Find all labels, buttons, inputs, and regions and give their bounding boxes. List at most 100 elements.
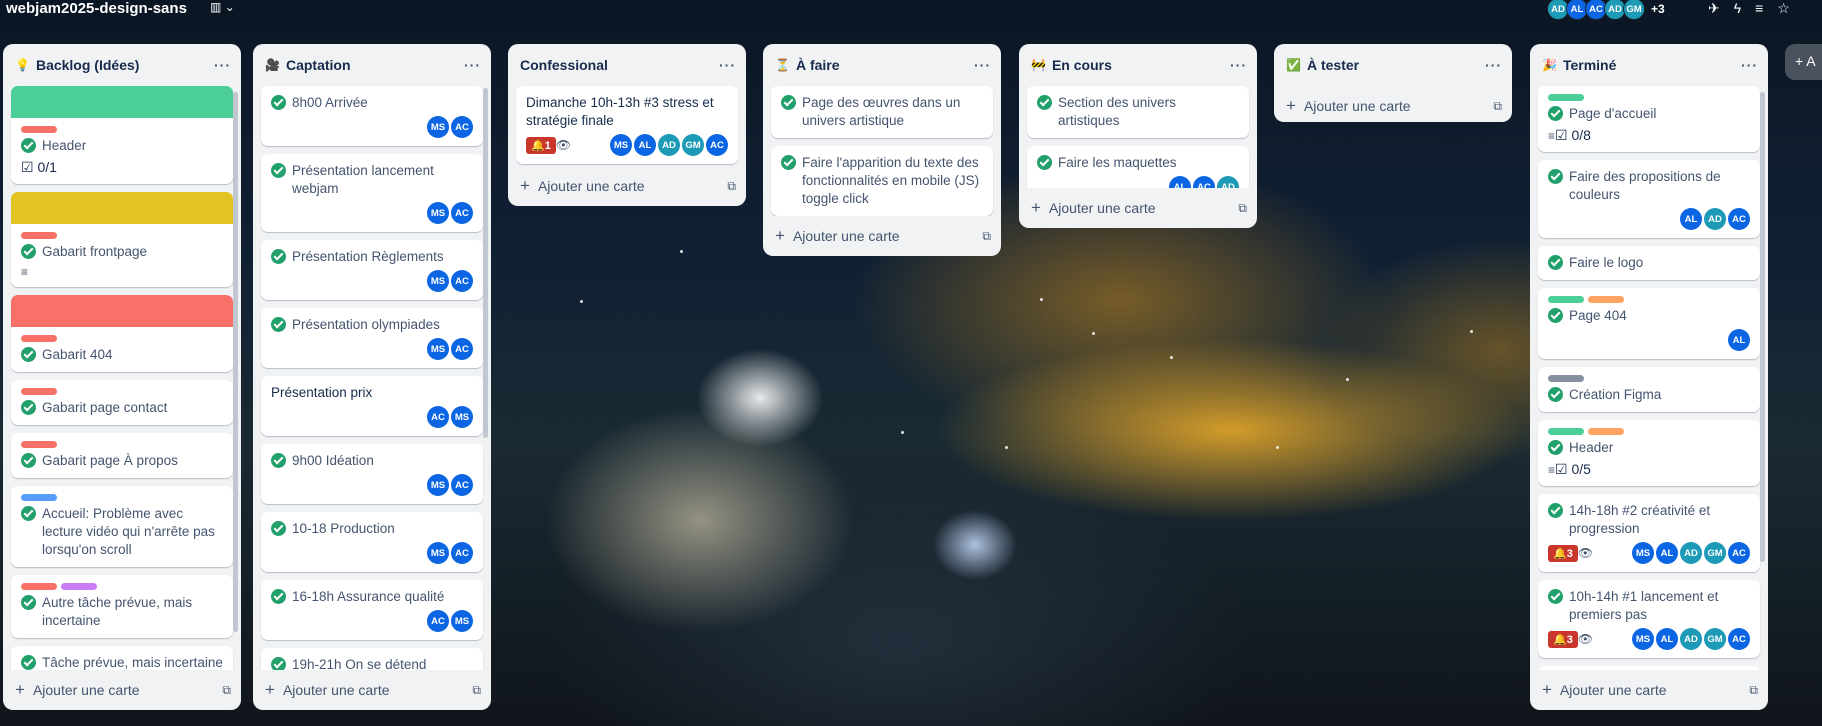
card[interactable]: Tâche prévue, mais incertaine bbox=[11, 646, 233, 670]
check-complete-icon[interactable] bbox=[21, 655, 36, 670]
check-complete-icon[interactable] bbox=[21, 506, 36, 521]
add-card-button[interactable]: Ajouter une carte bbox=[1560, 682, 1749, 698]
scrollbar[interactable] bbox=[483, 88, 488, 438]
card-label[interactable] bbox=[1588, 296, 1624, 303]
plus-icon[interactable]: + bbox=[265, 680, 275, 700]
check-complete-icon[interactable] bbox=[271, 317, 286, 332]
card-label[interactable] bbox=[21, 441, 57, 448]
check-complete-icon[interactable] bbox=[271, 163, 286, 178]
avatar[interactable]: AC bbox=[1728, 208, 1750, 230]
rocket-icon[interactable]: ✈ bbox=[1708, 0, 1720, 17]
card[interactable]: 14h-18h #2 créativité et progression 🔔3 👁 M… bbox=[1538, 494, 1760, 572]
check-complete-icon[interactable] bbox=[781, 95, 796, 110]
card[interactable]: 19h-21h On se détendMSAC bbox=[261, 648, 483, 670]
check-complete-icon[interactable] bbox=[1037, 155, 1052, 170]
list-title[interactable]: À tester bbox=[1307, 57, 1485, 73]
avatar[interactable]: AL bbox=[1169, 176, 1191, 188]
add-card-button[interactable]: Ajouter une carte bbox=[793, 228, 982, 244]
add-card-button[interactable]: Ajouter une carte bbox=[538, 178, 727, 194]
card-template-icon[interactable]: ⧉ bbox=[472, 683, 481, 698]
list-title[interactable]: Confessional bbox=[520, 57, 719, 73]
card-template-icon[interactable]: ⧉ bbox=[982, 229, 991, 244]
plus-icon[interactable]: + bbox=[1542, 680, 1552, 700]
filter-icon[interactable]: ≡ bbox=[1755, 0, 1763, 17]
scrollbar[interactable] bbox=[1760, 92, 1765, 562]
avatar[interactable]: AD bbox=[658, 134, 680, 156]
more-options-icon[interactable]: ··· bbox=[719, 57, 736, 73]
avatar[interactable]: MS bbox=[451, 610, 473, 632]
avatar[interactable]: AC bbox=[1728, 542, 1750, 564]
card-label[interactable] bbox=[1548, 428, 1584, 435]
list-header[interactable]: ✅ À tester ··· bbox=[1274, 44, 1512, 86]
check-complete-icon[interactable] bbox=[1548, 255, 1563, 270]
avatar[interactable]: GM bbox=[1704, 628, 1726, 650]
card[interactable]: Création Figma bbox=[1538, 367, 1760, 412]
card-label[interactable] bbox=[21, 335, 57, 342]
card[interactable]: 9h00 Idéation MS AC bbox=[261, 444, 483, 504]
card[interactable]: Gabarit page À propos bbox=[11, 433, 233, 478]
card[interactable]: Gabarit page contact bbox=[11, 380, 233, 425]
avatar[interactable]: AC bbox=[1728, 628, 1750, 650]
plus-icon[interactable]: + bbox=[1031, 198, 1041, 218]
list-header[interactable]: 🚧 En cours ··· bbox=[1019, 44, 1257, 86]
card[interactable]: Dimanche 10h-13h #3 stress et stratégie … bbox=[516, 86, 738, 164]
lightning-icon[interactable]: ϟ bbox=[1734, 0, 1741, 17]
check-complete-icon[interactable] bbox=[1548, 440, 1563, 455]
avatar[interactable]: MS bbox=[427, 474, 449, 496]
board-members[interactable]: AD AL AC AD GM +3 bbox=[1547, 0, 1665, 20]
avatar[interactable]: AL bbox=[634, 134, 656, 156]
card-label[interactable] bbox=[1548, 94, 1584, 101]
check-complete-icon[interactable] bbox=[271, 589, 286, 604]
avatar[interactable]: MS bbox=[610, 134, 632, 156]
avatar[interactable]: AL bbox=[1728, 329, 1750, 351]
check-complete-icon[interactable] bbox=[21, 138, 36, 153]
board-view-switcher[interactable]: ▥ ⌄ bbox=[210, 0, 235, 14]
check-complete-icon[interactable] bbox=[1548, 106, 1563, 121]
avatar[interactable]: AC bbox=[706, 134, 728, 156]
avatar[interactable]: AC bbox=[451, 474, 473, 496]
check-complete-icon[interactable] bbox=[21, 244, 36, 259]
avatar[interactable]: AL bbox=[1656, 542, 1678, 564]
list-header[interactable]: Confessional ··· bbox=[508, 44, 746, 86]
avatar[interactable]: AL bbox=[1656, 628, 1678, 650]
more-options-icon[interactable]: ··· bbox=[214, 57, 231, 73]
card[interactable]: Header ≡ ☑ 0/5 bbox=[1538, 420, 1760, 486]
avatar[interactable]: AC bbox=[451, 338, 473, 360]
card-label[interactable] bbox=[1588, 428, 1624, 435]
avatar[interactable]: AC bbox=[451, 116, 473, 138]
avatar[interactable]: AD bbox=[1680, 628, 1702, 650]
card-template-icon[interactable]: ⧉ bbox=[222, 683, 231, 698]
more-options-icon[interactable]: ··· bbox=[464, 57, 481, 73]
check-complete-icon[interactable] bbox=[271, 249, 286, 264]
card[interactable]: Faire l'apparition du texte des fonction… bbox=[771, 146, 993, 216]
avatar[interactable]: MS bbox=[1632, 542, 1654, 564]
add-list-button[interactable]: + A bbox=[1785, 44, 1822, 80]
check-complete-icon[interactable] bbox=[271, 657, 286, 670]
avatar[interactable]: MS bbox=[427, 338, 449, 360]
card-label[interactable] bbox=[21, 388, 57, 395]
card-template-icon[interactable]: ⧉ bbox=[1749, 683, 1758, 698]
card[interactable]: Section des univers artistiques bbox=[1027, 86, 1249, 138]
avatar[interactable]: AD bbox=[1680, 542, 1702, 564]
notification-badge[interactable]: 🔔1 bbox=[526, 136, 556, 154]
check-complete-icon[interactable] bbox=[1548, 308, 1563, 323]
list-header[interactable]: 🎥 Captation ··· bbox=[253, 44, 491, 86]
add-card-button[interactable]: Ajouter une carte bbox=[283, 682, 472, 698]
card-label[interactable] bbox=[21, 126, 57, 133]
card[interactable]: Présentation prix AC MS bbox=[261, 376, 483, 436]
check-complete-icon[interactable] bbox=[21, 595, 36, 610]
add-card-button[interactable]: Ajouter une carte bbox=[1049, 200, 1238, 216]
avatar[interactable]: AC bbox=[451, 270, 473, 292]
more-options-icon[interactable]: ··· bbox=[1485, 57, 1502, 73]
card-label[interactable] bbox=[21, 494, 57, 501]
card-label[interactable] bbox=[1548, 296, 1584, 303]
card[interactable]: Page des œuvres dans un univers artistiq… bbox=[771, 86, 993, 138]
avatar[interactable]: AC bbox=[427, 406, 449, 428]
list-header[interactable]: 🎉 Terminé ··· bbox=[1530, 44, 1768, 86]
list-title[interactable]: À faire bbox=[796, 57, 974, 73]
check-complete-icon[interactable] bbox=[271, 95, 286, 110]
check-complete-icon[interactable] bbox=[21, 453, 36, 468]
avatar[interactable]: MS bbox=[427, 270, 449, 292]
list-title[interactable]: En cours bbox=[1052, 57, 1230, 73]
board-title[interactable]: webjam2025-design-sans bbox=[6, 0, 187, 17]
